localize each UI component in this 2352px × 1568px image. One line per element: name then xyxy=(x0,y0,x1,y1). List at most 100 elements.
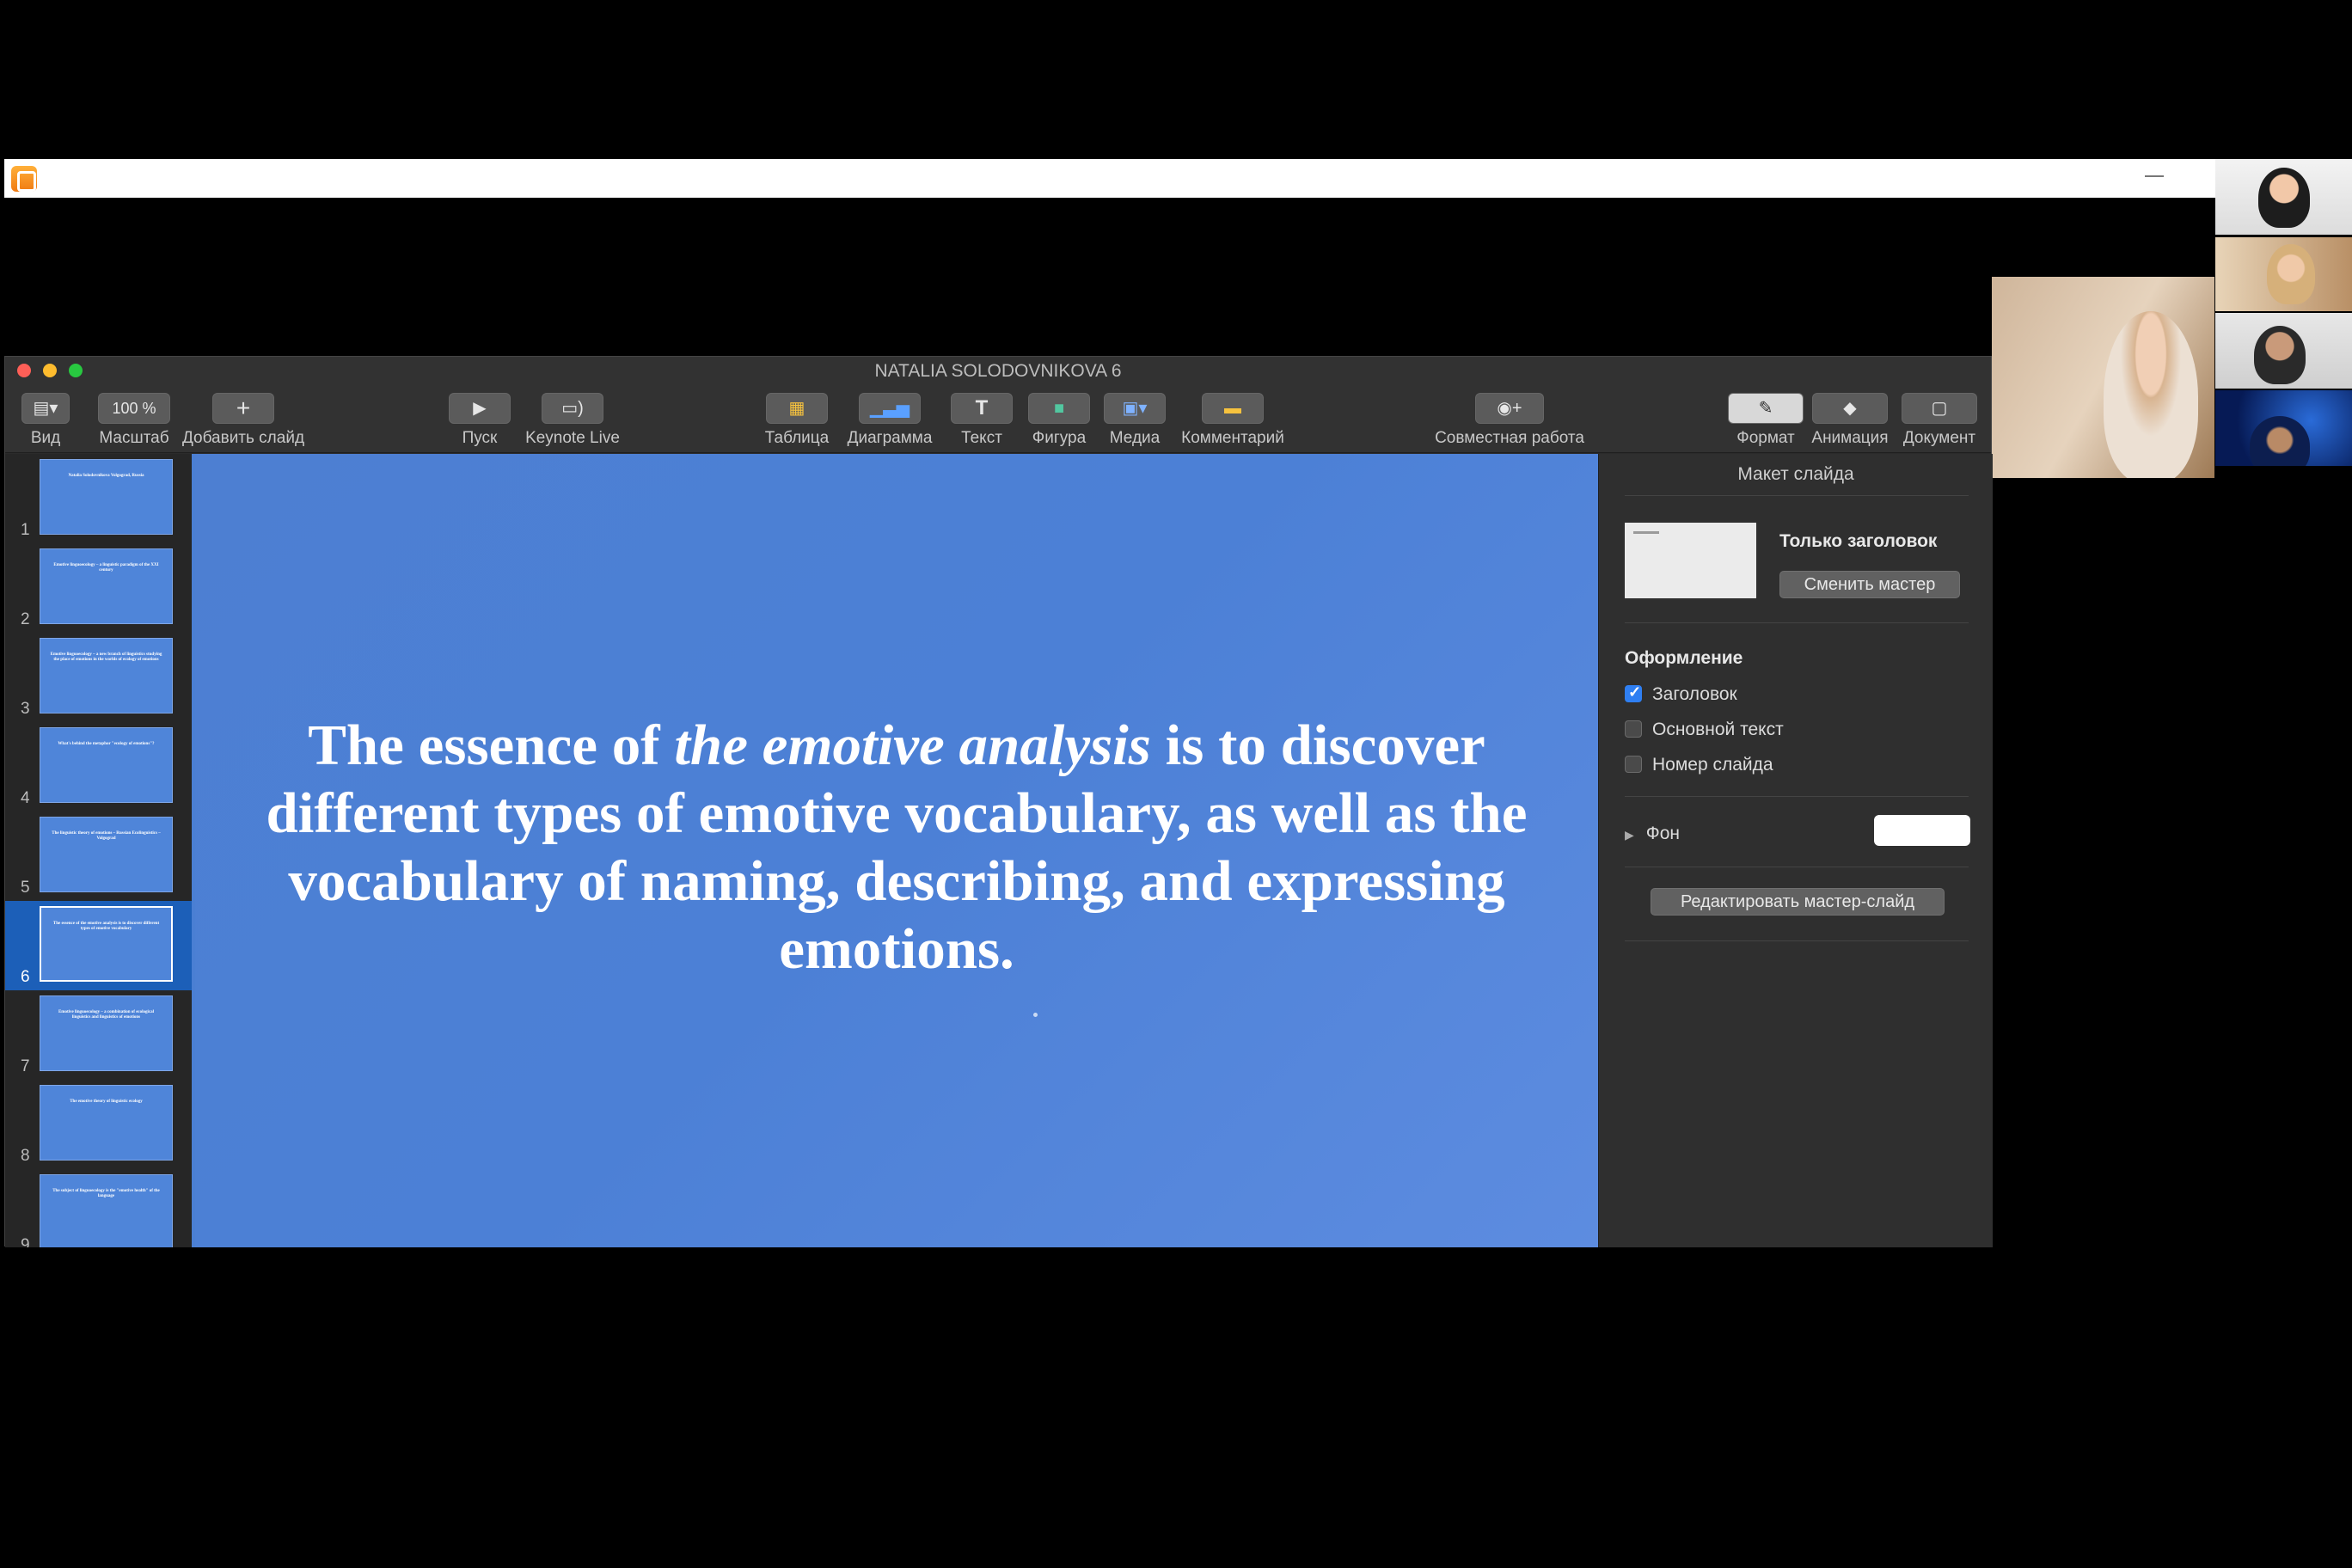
view-label: Вид xyxy=(30,429,61,447)
slide-thumbnail-row[interactable]: The subject of linguoecology is the "emo… xyxy=(5,1169,192,1247)
media-icon: ▣▾ xyxy=(1104,393,1166,424)
slide-thumbnail-row[interactable]: What's behind the metaphor "ecology of e… xyxy=(5,722,192,812)
slide-thumbnail[interactable]: What's behind the metaphor "ecology of e… xyxy=(40,727,173,803)
keynote-live-label: Keynote Live xyxy=(525,429,620,447)
media-button[interactable]: ▣▾ Медиа xyxy=(1095,393,1174,448)
background-color-swatch[interactable] xyxy=(1874,815,1970,846)
format-button[interactable]: ✎ Формат xyxy=(1724,393,1807,448)
edit-master-slide-button[interactable]: Редактировать мастер-слайд xyxy=(1651,888,1945,916)
appearance-heading: Оформление xyxy=(1625,648,1743,668)
background-row[interactable]: ▶ Фон xyxy=(1625,824,1680,844)
slide-number-checkbox[interactable] xyxy=(1625,756,1642,773)
zoom-value: 100 % xyxy=(98,393,170,424)
screen-share-bar xyxy=(4,159,2215,198)
slide-thumbnail-row[interactable]: The linguistic theory of emotions – Russ… xyxy=(5,812,192,901)
speaker-video[interactable] xyxy=(1992,277,2214,478)
slide-thumbnail-row[interactable]: Emotive linguoecology – a linguistic par… xyxy=(5,543,192,633)
text-button[interactable]: T Текст xyxy=(942,393,1021,448)
slide-thumbnail[interactable]: Emotive linguoecology – a new branch of … xyxy=(40,638,173,714)
slide-number: 5 xyxy=(21,879,30,897)
participant-video-1[interactable] xyxy=(2215,159,2352,235)
minimize-icon[interactable] xyxy=(2145,175,2164,177)
document-title: NATALIA SOLODOVNIKOVA 6 xyxy=(874,361,1122,381)
slide-navigator[interactable]: Natalia Solodovnikova Volgograd, Russia … xyxy=(5,454,192,1247)
table-icon: ▦ xyxy=(766,393,828,424)
slide-thumbnail-row-selected[interactable]: The essence of the emotive analysis is t… xyxy=(5,901,192,990)
collaborate-button[interactable]: ◉+ Совместная работа xyxy=(1428,393,1591,448)
participant-avatar xyxy=(2258,168,2310,228)
play-label: Пуск xyxy=(462,429,498,447)
shape-button[interactable]: ■ Фигура xyxy=(1020,393,1099,448)
speaker-avatar xyxy=(2104,311,2198,478)
view-button[interactable]: ▤▾ Вид xyxy=(15,393,76,448)
play-button[interactable]: ▶ Пуск xyxy=(445,393,514,448)
document-button[interactable]: ▢ Документ xyxy=(1896,393,1982,448)
body-checkbox-label: Основной текст xyxy=(1652,720,1784,739)
slide-number: 7 xyxy=(21,1057,30,1075)
toolbar: ▤▾ Вид 100 % Масштаб + Добавить слайд ▶ … xyxy=(5,383,1991,453)
title-checkbox-row[interactable]: Заголовок xyxy=(1625,683,1737,705)
slide-title-text[interactable]: The essence of the emotive analysis is t… xyxy=(230,712,1564,983)
slide-number: 8 xyxy=(21,1147,30,1165)
keynote-window: NATALIA SOLODOVNIKOVA 6 ▤▾ Вид 100 % Мас… xyxy=(4,356,1993,1247)
slide-thumbnail-row[interactable]: Natalia Solodovnikova Volgograd, Russia … xyxy=(5,454,192,543)
plus-icon: + xyxy=(212,393,274,424)
body-checkbox[interactable] xyxy=(1625,720,1642,738)
slide-thumbnail[interactable]: Emotive linguoecology – a combination of… xyxy=(40,995,173,1071)
document-icon: ▢ xyxy=(1902,393,1977,424)
current-slide[interactable]: The essence of the emotive analysis is t… xyxy=(195,454,1598,1247)
master-layout-thumbnail[interactable] xyxy=(1625,523,1756,598)
slide-thumbnail[interactable]: Natalia Solodovnikova Volgograd, Russia xyxy=(40,459,173,535)
text-icon: T xyxy=(951,393,1013,424)
shape-icon: ■ xyxy=(1028,393,1090,424)
slide-thumbnail[interactable]: The emotive theory of linguistic ecology xyxy=(40,1085,173,1161)
title-bar: NATALIA SOLODOVNIKOVA 6 xyxy=(5,357,1991,383)
slide-canvas[interactable]: The essence of the emotive analysis is t… xyxy=(192,454,1598,1247)
keynote-live-button[interactable]: ▭) Keynote Live xyxy=(521,393,624,448)
slide-number: 2 xyxy=(21,610,30,628)
table-button[interactable]: ▦ Таблица xyxy=(758,393,836,448)
master-layout-name: Только заголовок xyxy=(1779,531,1938,551)
divider xyxy=(1625,495,1969,496)
slide-thumbnail[interactable]: Emotive linguoecology – a linguistic par… xyxy=(40,548,173,624)
slide-number: 9 xyxy=(21,1236,30,1247)
collaborate-label: Совместная работа xyxy=(1435,429,1584,447)
add-slide-button[interactable]: + Добавить слайд xyxy=(179,393,308,448)
slide-number: 1 xyxy=(21,521,30,539)
slide-thumbnail[interactable]: The linguistic theory of emotions – Russ… xyxy=(40,817,173,892)
comment-button[interactable]: ▬ Комментарий xyxy=(1174,393,1291,448)
slide-number-checkbox-row[interactable]: Номер слайда xyxy=(1625,755,1773,775)
title-checkbox[interactable] xyxy=(1625,683,1642,702)
paintbrush-icon: ✎ xyxy=(1728,393,1804,424)
format-inspector: Макет слайда Только заголовок Сменить ма… xyxy=(1598,454,1993,1247)
animate-icon: ◆ xyxy=(1812,393,1888,424)
app-logo-icon xyxy=(11,166,37,192)
participant-video-2[interactable] xyxy=(2215,237,2352,311)
participant-avatar xyxy=(2250,416,2310,466)
chart-icon: ▁▃▅ xyxy=(859,393,921,424)
chart-button[interactable]: ▁▃▅ Диаграмма xyxy=(842,393,937,448)
participant-avatar xyxy=(2267,244,2315,304)
slide-number: 6 xyxy=(21,968,30,986)
slide-thumbnail-row[interactable]: Emotive linguoecology – a combination of… xyxy=(5,990,192,1080)
slide-thumbnail-row[interactable]: The emotive theory of linguistic ecology… xyxy=(5,1080,192,1169)
disclosure-triangle-icon[interactable]: ▶ xyxy=(1625,828,1634,842)
text-label: Текст xyxy=(961,429,1002,447)
zoom-button[interactable]: 100 % Масштаб xyxy=(91,393,177,448)
participant-video-3[interactable] xyxy=(2215,313,2352,389)
slide-thumbnail[interactable]: The subject of linguoecology is the "emo… xyxy=(40,1174,173,1247)
collaborate-icon: ◉+ xyxy=(1475,393,1544,424)
slide-text-italic: the emotive analysis xyxy=(674,714,1151,777)
change-master-button[interactable]: Сменить мастер xyxy=(1779,571,1960,598)
slide-number-checkbox-label: Номер слайда xyxy=(1652,755,1773,775)
comment-label: Комментарий xyxy=(1181,429,1284,447)
divider xyxy=(1625,940,1969,941)
participant-video-4[interactable] xyxy=(2215,390,2352,466)
animate-button[interactable]: ◆ Анимация xyxy=(1807,393,1893,448)
sidebar-icon: ▤▾ xyxy=(21,393,70,424)
background-label: Фон xyxy=(1645,824,1681,843)
animate-label: Анимация xyxy=(1811,429,1889,447)
slide-thumbnail-row[interactable]: Emotive linguoecology – a new branch of … xyxy=(5,633,192,722)
slide-thumbnail[interactable]: The essence of the emotive analysis is t… xyxy=(40,906,173,982)
body-checkbox-row[interactable]: Основной текст xyxy=(1625,720,1784,740)
